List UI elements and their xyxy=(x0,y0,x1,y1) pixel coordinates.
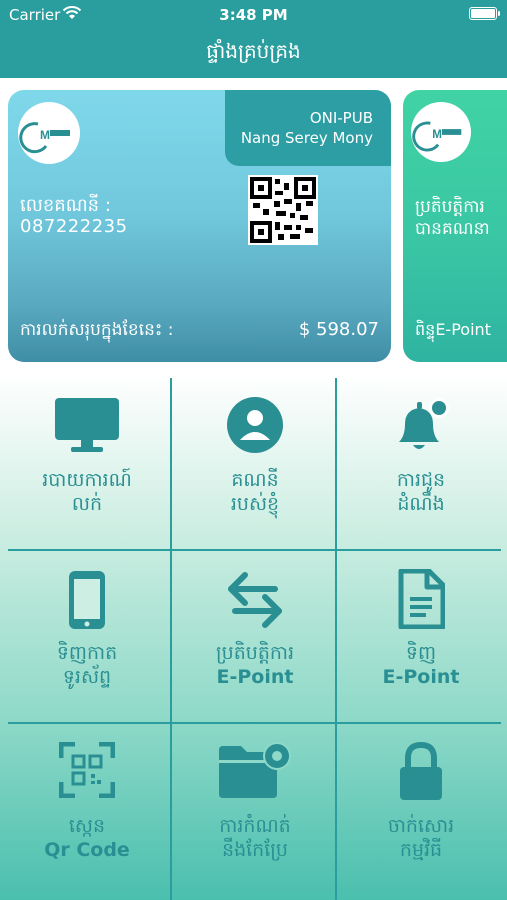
menu-label: ស្កេន xyxy=(68,815,106,837)
company-logo: M xyxy=(411,102,471,162)
battery-icon xyxy=(469,7,500,20)
clock: 3:48 PM xyxy=(219,6,288,24)
user-icon xyxy=(227,397,283,453)
menu-lock-app[interactable]: ចាក់សោរ កម្មវិធី xyxy=(338,724,504,896)
menu-sales-report[interactable]: របាយការណ៍ លក់ xyxy=(4,378,170,550)
dashboard: M ONI-PUB Nang Serey Mony លេខគណនី: 0872… xyxy=(0,78,507,900)
menu-label: Qr Code xyxy=(44,839,130,861)
menu-label: ទិញ xyxy=(405,642,437,664)
menu-label: កម្មវិធី xyxy=(399,839,443,861)
qr-code[interactable] xyxy=(248,175,318,245)
menu-buy-phone-card[interactable]: ទិញកាត ទូរស័ព្ទ xyxy=(4,551,170,723)
menu-label: ប្រតិបត្តិការ xyxy=(215,642,295,664)
app-header: Carrier 3:48 PM ផ្ទាំងគ្រប់គ្រង xyxy=(0,0,507,78)
menu-label: គណនី xyxy=(231,469,279,491)
account-card[interactable]: M ONI-PUB Nang Serey Mony លេខគណនី: 0872… xyxy=(8,90,391,362)
menu-label: លក់ xyxy=(71,493,103,515)
qr-scan-icon xyxy=(59,742,115,798)
monitor-icon xyxy=(55,398,119,452)
menu-my-account[interactable]: គណនី របស់ខ្ញុំ xyxy=(172,378,338,550)
menu-label: នឹងកែប្រែ xyxy=(222,839,288,861)
menu-settings[interactable]: ការកំណត់ នឹងកែប្រែ xyxy=(172,724,338,896)
menu-label: ទិញកាត xyxy=(56,642,118,664)
svg-text:M: M xyxy=(40,128,50,142)
epoint-card-points: ពិន្ទុE-Point xyxy=(415,320,491,339)
phone-icon xyxy=(69,571,105,629)
menu-grid: របាយការណ៍ លក់ គណនី របស់ខ្ញុំ ការជូន ដំណឹ… xyxy=(0,378,507,900)
company-code: ONI-PUB xyxy=(309,109,373,127)
menu-label: ការជូន xyxy=(396,469,446,491)
epoint-card-line2: បានគណនា xyxy=(415,219,490,239)
folder-settings-icon xyxy=(219,742,291,798)
account-number: 087222235 xyxy=(20,216,128,237)
status-bar: Carrier 3:48 PM xyxy=(0,0,507,30)
svg-text:M: M xyxy=(432,128,442,141)
menu-label: E-Point xyxy=(382,666,460,688)
menu-label: ដំណឹង xyxy=(397,493,445,515)
monthly-sales-value: $ 598.07 xyxy=(298,319,379,340)
menu-buy-epoint[interactable]: ទិញ E-Point xyxy=(338,551,504,723)
menu-label: ការកំណត់ xyxy=(219,815,291,837)
document-icon xyxy=(398,569,445,629)
menu-label: E-Point xyxy=(216,666,294,688)
owner-name: Nang Serey Mony xyxy=(240,129,373,147)
monthly-sales-label: ការលក់សរុបក្នុងខែនេះ : xyxy=(20,320,174,340)
bell-icon xyxy=(399,398,449,449)
swap-icon xyxy=(228,572,282,628)
menu-notifications[interactable]: ការជូន ដំណឹង xyxy=(338,378,504,550)
menu-epoint-transactions[interactable]: ប្រតិបត្តិការ E-Point xyxy=(172,551,338,723)
menu-scan-qr[interactable]: ស្កេន Qr Code xyxy=(4,724,170,896)
epoint-card[interactable]: M ប្រតិបត្តិការ បានគណនា ពិន្ទុE-Point xyxy=(403,90,507,362)
page-title: ផ្ទាំងគ្រប់គ្រង xyxy=(206,39,301,63)
menu-label: ចាក់សោរ xyxy=(387,815,455,837)
menu-label: របស់ខ្ញុំ xyxy=(230,493,280,515)
lock-icon xyxy=(400,742,442,800)
account-owner-tag: ONI-PUB Nang Serey Mony xyxy=(225,90,391,166)
menu-label: ទូរស័ព្ទ xyxy=(62,666,112,688)
company-logo: M xyxy=(18,102,80,164)
menu-label: របាយការណ៍ xyxy=(42,469,132,491)
